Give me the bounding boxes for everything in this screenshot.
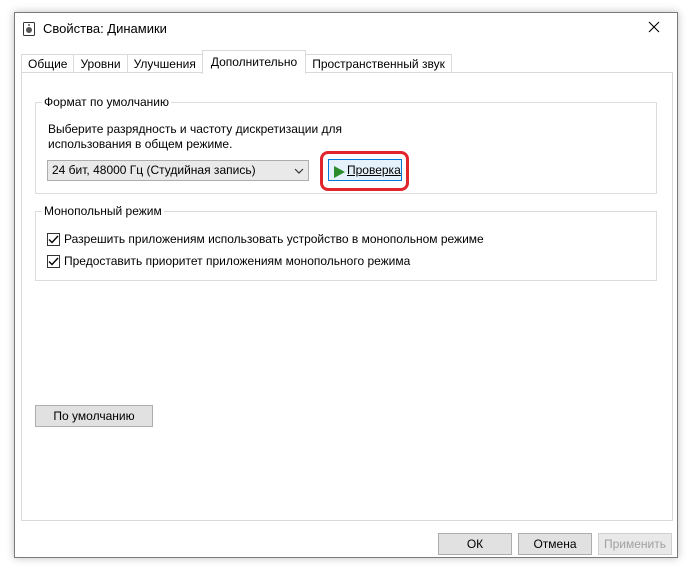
properties-dialog: Свойства: Динамики Общие Уровни Улучшени…: [14, 12, 678, 558]
tab-general[interactable]: Общие: [21, 54, 75, 74]
format-description: Выберите разрядность и частоту дискретиз…: [48, 122, 343, 151]
exclusive-priority-checkbox[interactable]: [47, 254, 60, 268]
allow-exclusive-label: Разрешить приложениям использовать устро…: [64, 232, 484, 246]
close-button[interactable]: [631, 13, 677, 44]
restore-defaults-button[interactable]: По умолчанию: [35, 405, 153, 427]
test-button-label: Проверка: [347, 163, 401, 177]
exclusive-priority-option[interactable]: Предоставить приоритет приложениям моноп…: [47, 253, 410, 269]
tab-enhancements[interactable]: Улучшения: [126, 54, 203, 74]
exclusive-mode-group: Монопольный режим Разрешить приложениям …: [35, 204, 657, 281]
window-title: Свойства: Динамики: [43, 21, 167, 36]
exclusive-priority-label: Предоставить приоритет приложениям моноп…: [64, 254, 411, 268]
close-icon: [648, 21, 660, 36]
speaker-icon: [23, 22, 35, 36]
play-icon: [333, 164, 345, 184]
exclusive-mode-legend: Монопольный режим: [42, 204, 164, 218]
tab-strip: Общие Уровни Улучшения Дополнительно Про…: [21, 50, 452, 74]
title-bar: Свойства: Динамики: [15, 13, 677, 44]
tab-spatial-sound[interactable]: Пространственный звук: [305, 54, 452, 74]
tab-levels[interactable]: Уровни: [73, 54, 128, 74]
default-format-legend: Формат по умолчанию: [42, 95, 171, 109]
ok-button[interactable]: ОК: [438, 533, 512, 555]
allow-exclusive-checkbox[interactable]: [47, 232, 60, 246]
test-button[interactable]: Проверка: [328, 159, 402, 181]
advanced-panel: Формат по умолчанию Выберите разрядность…: [21, 72, 673, 521]
cancel-button[interactable]: Отмена: [518, 533, 592, 555]
format-dropdown[interactable]: 24 бит, 48000 Гц (Студийная запись): [47, 160, 309, 181]
format-dropdown-value: 24 бит, 48000 Гц (Студийная запись): [52, 163, 256, 177]
default-format-group: Формат по умолчанию Выберите разрядность…: [35, 95, 657, 194]
tab-advanced[interactable]: Дополнительно: [201, 50, 307, 74]
chevron-down-icon: [293, 161, 305, 180]
allow-exclusive-option[interactable]: Разрешить приложениям использовать устро…: [47, 231, 484, 247]
apply-button[interactable]: Применить: [598, 533, 672, 555]
